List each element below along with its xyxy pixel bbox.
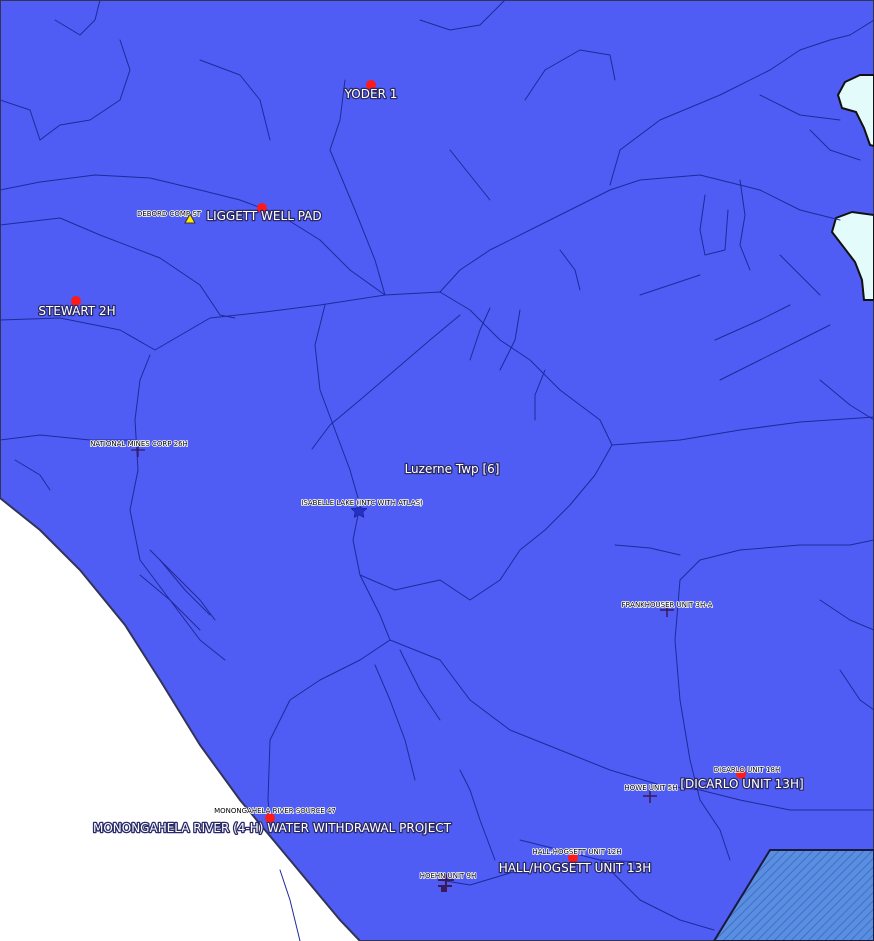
- site-hallhogsett12[interactable]: HALL-HOGSETT UNIT 12H: [532, 847, 623, 857]
- site-label: ISABELLE LAKE (INTC WITH ATLAS): [301, 499, 423, 507]
- site-label: NATIONAL MINES CORP 26H: [90, 440, 188, 448]
- well-label: HALL/HOGSETT UNIT 13H: [499, 861, 652, 875]
- site-monsource[interactable]: MONONGAHELA RIVER SOURCE 47: [213, 806, 336, 816]
- well-label: STEWART 2H: [38, 304, 115, 318]
- site-label: HOWE UNIT 5H: [625, 784, 678, 792]
- site-label: DICARLO UNIT 18H: [714, 766, 780, 774]
- square-marker-icon: [441, 886, 447, 892]
- well-label: LIGGETT WELL PAD: [206, 209, 321, 223]
- site-label: DEBORD COMP ST: [137, 210, 202, 218]
- site-dicarlo18[interactable]: DICARLO UNIT 18H: [713, 765, 781, 775]
- well-label: [DICARLO UNIT 13H]: [680, 777, 803, 791]
- site-label: FRANKHOUSER UNIT 3H-A: [622, 601, 713, 609]
- well-label: MONONGAHELA RIVER (4-H) WATER WITHDRAWAL…: [93, 821, 452, 835]
- township-label: Luzerne Twp [6]: [405, 462, 500, 476]
- site-label: MONONGAHELA RIVER SOURCE 47: [214, 807, 336, 815]
- site-label: HALL-HOGSETT UNIT 12H: [532, 848, 621, 856]
- map-canvas[interactable]: Luzerne Twp [6] YODER 1 LIGGETT WELL PAD…: [0, 0, 874, 941]
- site-label: HOEHN UNIT 9H: [420, 872, 477, 880]
- well-label: YODER 1: [344, 87, 398, 101]
